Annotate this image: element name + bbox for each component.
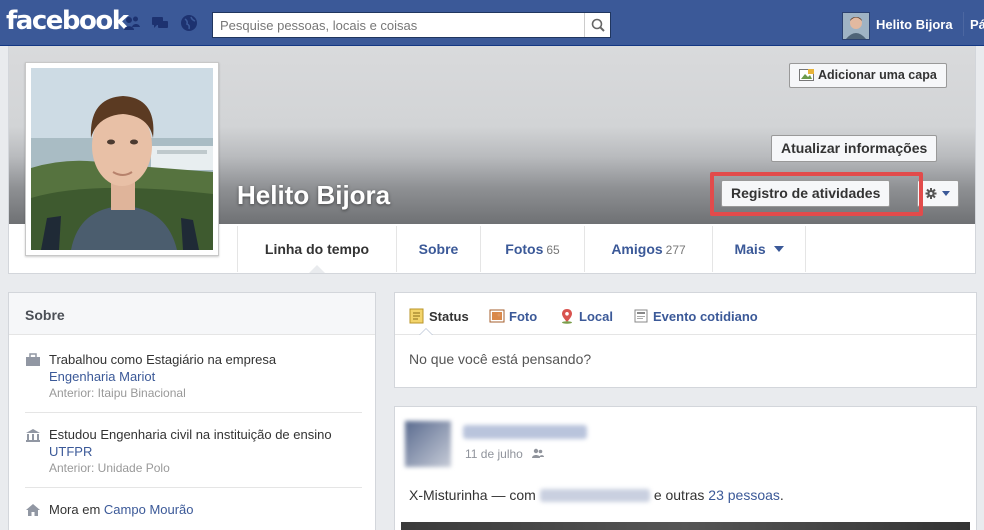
chevron-down-icon <box>942 191 950 196</box>
post-date-line: 11 de julho <box>465 447 545 461</box>
tab-count: 65 <box>546 243 560 257</box>
top-divider <box>963 12 964 36</box>
tab-about[interactable]: Sobre <box>396 226 480 272</box>
profile-name: Helito Bijora <box>237 180 391 210</box>
top-bar: facebook Helito Bijora Pá <box>0 0 984 46</box>
tab-label: Fotos <box>505 241 544 257</box>
divider <box>25 412 362 413</box>
about-work: Trabalhou como Estagiário na empresa Eng… <box>25 351 363 402</box>
status-composer: Status Foto Local Evento cotidiano No qu… <box>394 292 977 388</box>
status-input[interactable]: No que você está pensando? <box>409 351 591 367</box>
about-home-text: Mora em Campo Mourão <box>49 501 363 518</box>
chevron-down-icon <box>773 246 784 252</box>
about-work-text: Trabalhou como Estagiário na empresa Eng… <box>49 351 363 385</box>
home-link-truncated[interactable]: Pá <box>970 17 984 32</box>
tab-label: Sobre <box>418 241 459 257</box>
tab-divider <box>805 226 806 272</box>
briefcase-icon <box>26 353 40 366</box>
profile-picture[interactable] <box>25 62 219 256</box>
tab-label: Amigos <box>611 241 663 257</box>
search-icon <box>591 18 605 32</box>
about-education: Estudou Engenharia civil na instituição … <box>25 426 363 477</box>
school-icon <box>26 429 40 442</box>
work-link[interactable]: Engenharia Mariot <box>49 369 155 384</box>
tab-label: Linha do tempo <box>264 241 370 257</box>
search-box <box>212 12 611 38</box>
profile-photo-image <box>31 68 213 250</box>
about-home-label: Mora em <box>49 502 101 517</box>
post-text-end: . <box>779 487 784 503</box>
post-date[interactable]: 11 de julho <box>465 447 523 461</box>
about-education-label: Estudou Engenharia civil na instituição … <box>49 427 332 442</box>
add-cover-label: Adicionar uma capa <box>818 68 937 82</box>
post-text-middle: e outras <box>653 487 705 503</box>
about-card: Sobre Trabalhou como Estagiário na empre… <box>8 292 376 530</box>
composer-tab-label: Foto <box>509 309 538 324</box>
location-pin-icon <box>562 309 572 324</box>
home-city-link[interactable]: Campo Mourão <box>104 502 194 517</box>
about-work-previous: Anterior: Itaipu Binacional <box>49 386 186 400</box>
notifications-globe-icon[interactable] <box>180 14 198 32</box>
gear-icon <box>925 188 950 199</box>
composer-tab-label: Evento cotidiano <box>653 309 758 324</box>
composer-tab-life-event[interactable]: Evento cotidiano <box>633 308 758 324</box>
user-avatar-small[interactable] <box>842 12 870 40</box>
profile-photo <box>31 68 213 250</box>
divider <box>25 487 362 488</box>
update-info-button[interactable]: Atualizar informações <box>771 135 938 162</box>
tab-friends[interactable]: Amigos 277 <box>584 226 712 272</box>
tab-label: Mais <box>734 241 766 257</box>
user-avatar-image <box>843 13 869 39</box>
life-event-icon <box>634 309 648 323</box>
composer-tab-label: Status <box>429 309 469 324</box>
about-title[interactable]: Sobre <box>9 293 375 335</box>
timeline-post: 11 de julho X-Misturinha — com e outras 2… <box>394 406 977 530</box>
tab-more[interactable]: Mais <box>712 226 805 272</box>
composer-tab-label: Local <box>579 309 613 324</box>
post-photo[interactable] <box>401 522 970 530</box>
about-work-label: Trabalhou como Estagiário na empresa <box>49 352 277 367</box>
photo-icon <box>489 309 505 323</box>
add-photo-icon <box>799 69 814 81</box>
post-author-name[interactable] <box>463 425 587 439</box>
tab-photos[interactable]: Fotos 65 <box>480 226 584 272</box>
post-text-prefix: X-Misturinha — com <box>409 487 536 503</box>
about-education-text: Estudou Engenharia civil na instituição … <box>49 426 363 460</box>
post-author-avatar[interactable] <box>405 421 451 467</box>
tagged-friend-link[interactable] <box>539 489 650 502</box>
profile-header: Adicionar uma capa Atualizar informações… <box>8 46 976 274</box>
composer-tab-status[interactable]: Status <box>409 308 469 324</box>
education-link[interactable]: UTFPR <box>49 444 92 459</box>
home-icon <box>26 504 40 516</box>
composer-caret <box>419 328 433 335</box>
composer-tabs: Status Foto Local Evento cotidiano <box>395 293 976 335</box>
tab-count: 277 <box>665 243 686 257</box>
post-text: X-Misturinha — com e outras 23 pessoas. <box>409 487 784 503</box>
add-cover-button[interactable]: Adicionar uma capa <box>789 63 947 88</box>
facebook-logo[interactable]: facebook <box>6 6 129 36</box>
about-home: Mora em Campo Mourão <box>25 501 363 518</box>
activity-log-highlight <box>710 172 923 216</box>
composer-tab-location[interactable]: Local <box>559 308 613 324</box>
tab-timeline[interactable]: Linha do tempo <box>237 226 396 273</box>
friends-audience-icon[interactable] <box>532 448 545 459</box>
status-icon <box>409 308 424 324</box>
search-button[interactable] <box>584 13 610 37</box>
composer-tab-photo[interactable]: Foto <box>489 308 537 324</box>
tagged-others-link[interactable]: 23 pessoas <box>708 487 780 503</box>
settings-dropdown-button[interactable] <box>917 180 959 207</box>
search-input[interactable] <box>213 13 583 37</box>
about-education-previous: Anterior: Unidade Polo <box>49 461 170 475</box>
friend-requests-icon[interactable] <box>123 14 141 32</box>
messages-icon[interactable] <box>151 14 169 32</box>
user-name-link[interactable]: Helito Bijora <box>876 17 953 32</box>
